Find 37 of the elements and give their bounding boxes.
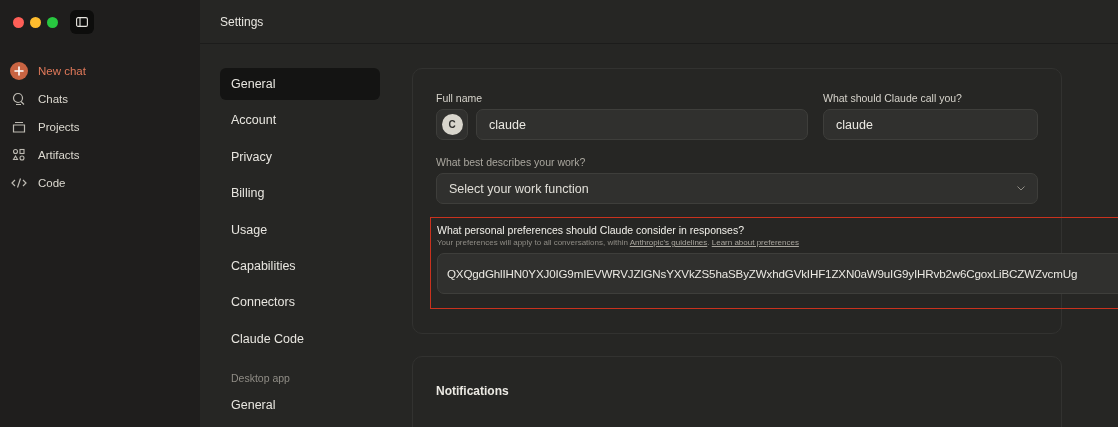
settings-tab[interactable]: General <box>220 389 380 422</box>
settings-tab[interactable]: Billing <box>220 177 380 210</box>
sidebar-toggle-button[interactable] <box>70 10 94 34</box>
sidebar-item[interactable]: Chats <box>8 86 192 112</box>
section-title: Notifications <box>436 383 510 398</box>
shapes-icon <box>12 148 26 162</box>
preferences-field[interactable]: QXQgdGhlIHN0YXJ0IG9mIEVWRVJZIGNsYXVkZS5haSByZWxhdGVkIHF1ZXN0aW9uIG9yIHRvb2w6CgoxLiBCZWZvcmUg <box>437 253 1118 294</box>
plus-icon <box>10 62 28 80</box>
close-window-icon[interactable] <box>13 16 24 28</box>
minimize-window-icon[interactable] <box>30 16 41 28</box>
section-label: Desktop app <box>230 371 291 387</box>
field-label: What best describes your work? <box>436 156 587 168</box>
sidebar-item[interactable]: Projects <box>8 114 192 140</box>
maximize-window-icon[interactable] <box>47 16 58 28</box>
settings-tab[interactable]: Privacy <box>220 140 380 173</box>
sidebar-icon <box>76 17 88 27</box>
work-function-select[interactable]: Select your work function <box>436 173 1038 204</box>
settings-tab[interactable]: General <box>220 68 380 100</box>
settings-tab[interactable]: Account <box>220 104 380 137</box>
field-label: What personal preferences should Claude consider in responses? <box>437 224 745 236</box>
full-name-field[interactable]: claude <box>476 109 808 140</box>
preferences-hint: Your preferences will apply to all conversations, within Anthropic's guidelines. Learn about preferences <box>437 238 800 247</box>
sidebar-item[interactable]: Code <box>8 170 192 196</box>
code-icon <box>11 177 27 189</box>
nickname-field[interactable]: claude <box>823 109 1038 140</box>
settings-tab[interactable]: Connectors <box>220 286 380 319</box>
field-label: Full name <box>436 92 484 104</box>
field-label: What should Claude call you? <box>823 92 963 104</box>
folder-icon <box>12 120 26 134</box>
settings-tab[interactable]: Capabilities <box>220 249 380 282</box>
new-chat-button[interactable]: New chat <box>8 58 192 84</box>
settings-tab[interactable]: Usage <box>220 213 380 246</box>
window-title: Settings <box>220 14 264 29</box>
chevron-down-icon <box>1017 186 1025 191</box>
hint-link[interactable]: Learn about preferences <box>711 238 799 247</box>
sidebar-item[interactable]: Artifacts <box>8 142 192 168</box>
settings-tab[interactable]: Claude Code <box>220 322 380 355</box>
